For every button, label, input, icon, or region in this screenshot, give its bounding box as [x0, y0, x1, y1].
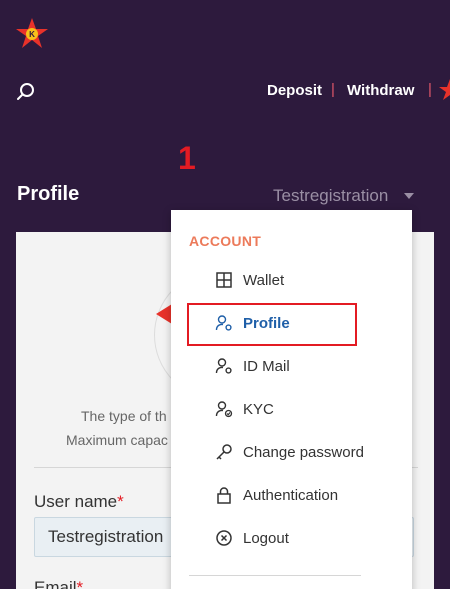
menu-item-logout[interactable]: Logout [215, 523, 375, 553]
user-menu-toggle[interactable]: Testregistration [273, 186, 388, 206]
avatar-marker-icon [156, 304, 172, 324]
menu-heading: ACCOUNT [189, 233, 262, 249]
menu-item-wallet[interactable]: Wallet [215, 265, 375, 295]
menu-item-id-mail[interactable]: ID Mail [215, 351, 375, 381]
user-check-icon [215, 401, 233, 418]
close-circle-icon [216, 530, 232, 546]
lock-icon [217, 487, 231, 504]
nav-separator: | [331, 81, 335, 98]
username-label: User name* [34, 492, 124, 511]
required-mark: * [117, 492, 124, 511]
page-title: Profile [17, 183, 80, 205]
brand-logo[interactable]: K [14, 16, 50, 52]
svg-text:K: K [29, 30, 35, 39]
highlight-annotation [187, 303, 357, 346]
key-icon [216, 444, 232, 460]
info-text-line: The type of th [81, 408, 167, 424]
menu-item-change-password[interactable]: Change password [215, 437, 375, 467]
withdraw-link[interactable]: Withdraw [347, 82, 414, 99]
nav-separator: | [428, 81, 432, 98]
deposit-link[interactable]: Deposit [267, 82, 322, 99]
email-label: Email* [34, 578, 83, 589]
info-text-line: Maximum capac [66, 432, 168, 448]
user-gear-icon [215, 358, 232, 374]
step-number-annotation: 1 [178, 140, 196, 176]
chevron-down-icon[interactable] [404, 193, 414, 199]
star-logo-icon[interactable] [438, 78, 450, 102]
wallet-grid-icon [216, 272, 232, 288]
required-mark: * [76, 578, 84, 589]
menu-item-authentication[interactable]: Authentication [215, 480, 375, 510]
menu-item-kyc[interactable]: KYC [215, 394, 375, 424]
search-icon[interactable] [16, 82, 36, 102]
menu-divider [189, 575, 361, 576]
